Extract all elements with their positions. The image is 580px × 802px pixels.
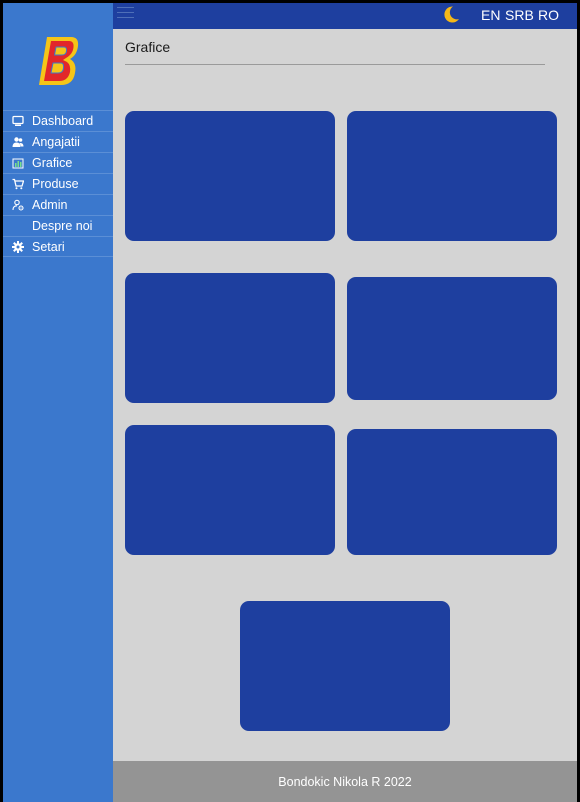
language-ro[interactable]: RO [538, 7, 559, 23]
language-en[interactable]: EN [481, 7, 500, 23]
users-icon [12, 136, 24, 148]
chart-card-3[interactable] [125, 273, 335, 403]
blank-icon [12, 220, 24, 232]
language-srb[interactable]: SRB [505, 7, 534, 23]
sidebar-item-grafice[interactable]: Grafice [3, 152, 113, 173]
app-frame: Dashboard Angajatii Grafice Produse Admi… [3, 3, 577, 802]
sidebar-item-label: Despre noi [32, 219, 93, 233]
chart-card-6[interactable] [347, 429, 557, 555]
bar-chart-icon [12, 157, 24, 169]
gear-icon [12, 240, 24, 253]
title-divider [125, 64, 545, 65]
sidebar-item-setari[interactable]: Setari [3, 236, 113, 257]
sidebar-nav: Dashboard Angajatii Grafice Produse Admi… [3, 110, 113, 257]
chart-card-2[interactable] [347, 111, 557, 241]
chart-card-1[interactable] [125, 111, 335, 241]
monitor-icon [12, 115, 24, 127]
sidebar-item-angajatii[interactable]: Angajatii [3, 131, 113, 152]
moon-icon[interactable] [442, 5, 460, 24]
footer-text: Bondokic Nikola R 2022 [278, 774, 412, 789]
menu-toggle-icon[interactable] [117, 7, 135, 21]
chart-card-4[interactable] [347, 277, 557, 400]
sidebar-item-label: Angajatii [32, 135, 80, 149]
brand-logo[interactable] [37, 33, 81, 89]
page-title: Grafice [125, 39, 171, 55]
sidebar-item-produse[interactable]: Produse [3, 173, 113, 194]
footer: Bondokic Nikola R 2022 [113, 761, 577, 802]
sidebar-item-despre-noi[interactable]: Despre noi [3, 215, 113, 236]
sidebar-item-label: Grafice [32, 156, 73, 170]
cart-icon [12, 178, 24, 190]
sidebar: Dashboard Angajatii Grafice Produse Admi… [3, 3, 113, 802]
sidebar-item-label: Produse [32, 177, 79, 191]
main-content: Grafice [113, 29, 577, 761]
chart-card-7[interactable] [240, 601, 450, 731]
sidebar-item-dashboard[interactable]: Dashboard [3, 110, 113, 131]
admin-user-icon [12, 199, 24, 211]
chart-card-5[interactable] [125, 425, 335, 555]
top-bar: EN SRB RO [113, 3, 577, 29]
sidebar-item-label: Dashboard [32, 114, 94, 128]
sidebar-item-label: Setari [32, 239, 65, 254]
sidebar-item-admin[interactable]: Admin [3, 194, 113, 215]
sidebar-item-label: Admin [32, 198, 68, 212]
